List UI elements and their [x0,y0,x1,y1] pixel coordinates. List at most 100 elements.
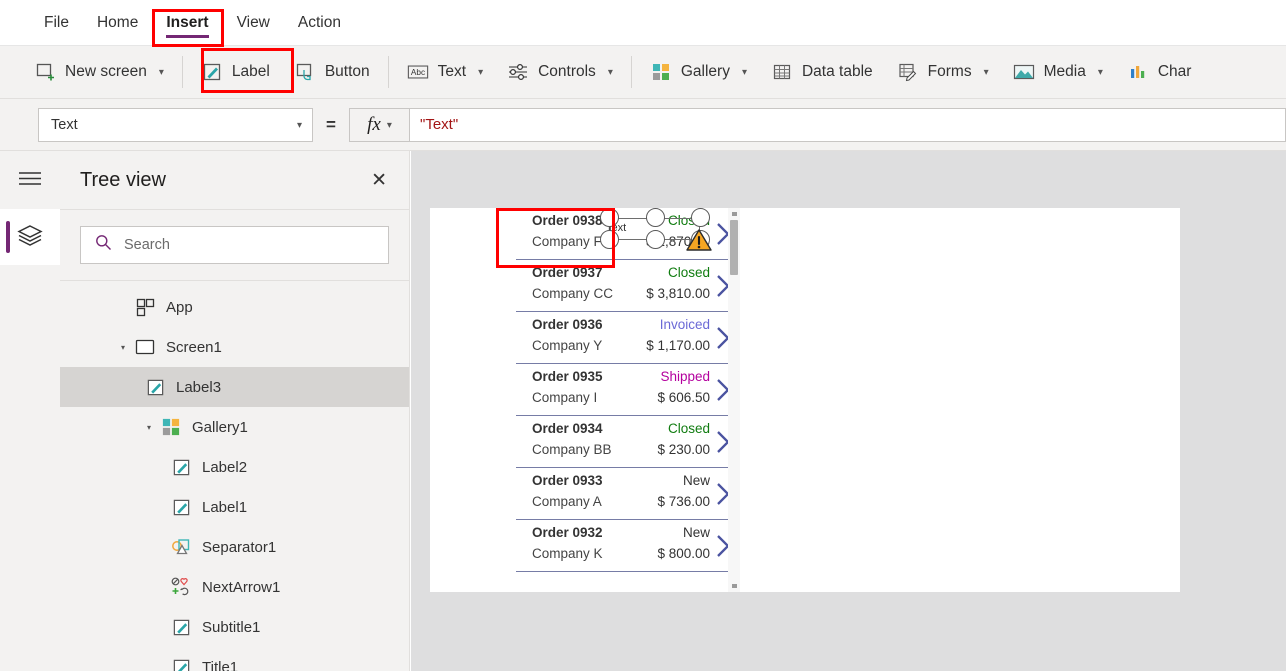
chevron-down-icon: ▾ [607,67,613,78]
text-menu-label: Text [437,63,467,80]
resize-handle-top-right[interactable] [691,208,710,227]
charts-menu-button[interactable]: Char [1115,52,1204,92]
twisty-expanded-icon[interactable]: ▾ [116,343,130,352]
chevron-down-icon: ▾ [158,67,164,78]
gallery-item[interactable]: Order 0934 Closed Company BB $ 230.00 [516,416,740,468]
gallery-item-bottom-row: Company BB $ 230.00 [516,442,740,463]
app-screen-canvas[interactable]: Order 0938 Closed Company F $ 2,870.00 O… [430,208,1180,592]
resize-handle-bottom-left[interactable] [600,230,619,249]
selected-label-control[interactable]: Text [600,208,712,251]
tree-item-label2[interactable]: Label2 [60,447,409,487]
gallery-item-bottom-row: Company A $ 736.00 [516,494,740,515]
active-indicator [6,221,10,253]
gallery-item[interactable]: Order 0935 Shipped Company I $ 606.50 [516,364,740,416]
media-icon [1013,61,1035,83]
svg-text:Abc: Abc [411,68,425,77]
button-button[interactable]: Button [282,52,382,92]
tree-view-title: Tree view [80,168,166,191]
label-icon [201,61,223,83]
resize-handle-top-center[interactable] [646,208,665,227]
tree-item-subtitle1[interactable]: Subtitle1 [60,607,409,647]
scroll-down-arrow[interactable] [732,584,737,588]
fx-button[interactable]: fx ▾ [349,107,409,142]
tree-item-label: Label2 [202,458,248,476]
new-screen-button[interactable]: New screen ▾ [22,52,176,92]
gallery-scrollbar[interactable] [728,208,740,592]
menu-item-insert[interactable]: Insert [152,0,222,46]
tree-item-label: Label1 [202,498,248,516]
gallery-item-status: New [682,473,710,488]
gallery-item-amount: $ 230.00 [657,442,710,457]
formula-input[interactable]: "Text" [409,107,1286,142]
menu-item-home[interactable]: Home [83,0,152,46]
media-menu-button[interactable]: Media ▾ [1001,52,1115,92]
label-icon [170,656,192,671]
resize-handle-bottom-center[interactable] [646,230,665,249]
gallery-item-bottom-row: Company Y $ 1,170.00 [516,338,740,359]
hamburger-menu-button[interactable] [0,151,60,209]
tree-item-label1[interactable]: Label1 [60,487,409,527]
controls-menu-button[interactable]: Controls ▾ [495,52,625,92]
tree-item-app[interactable]: App [60,287,409,327]
gallery-item-subtitle: Company A [532,494,602,509]
gallery-control[interactable]: Order 0938 Closed Company F $ 2,870.00 O… [516,208,740,592]
tree-item-separator1[interactable]: Separator1 [60,527,409,567]
gallery-item-top-row: Order 0932 New [516,525,740,546]
twisty-expanded-icon[interactable]: ▾ [142,423,156,432]
gallery-item-title: Order 0932 [532,525,603,540]
label-button[interactable]: Label [189,52,282,92]
label-icon [170,616,192,638]
data-table-button[interactable]: Data table [759,52,885,92]
tree-item-label3[interactable]: Label3 [60,367,409,407]
screen-icon [134,336,156,358]
tree-item-label: Label3 [176,378,222,396]
tree-item-gallery1[interactable]: ▾ Gallery1 [60,407,409,447]
gallery-item[interactable]: Order 0937 Closed Company CC $ 3,810.00 [516,260,740,312]
menu-item-action[interactable]: Action [284,0,355,46]
property-selector[interactable]: Text ▾ [38,107,313,142]
gallery-menu-button[interactable]: Gallery ▾ [638,52,759,92]
layers-icon [17,223,43,252]
tree-item-label: Gallery1 [192,418,248,436]
search-input[interactable]: Search [80,226,389,264]
warning-triangle-icon[interactable] [686,228,712,251]
tree-view-rail-button[interactable] [0,209,60,265]
search-container: Search [60,210,409,281]
new-screen-label: New screen [65,63,147,80]
menu-item-view[interactable]: View [223,0,284,46]
tree-item-title1[interactable]: Title1 [60,647,409,671]
gallery-item-subtitle: Company BB [532,442,612,457]
text-icon: Abc [407,61,429,83]
gallery-item-status: New [682,525,710,540]
gallery-item[interactable]: Order 0933 New Company A $ 736.00 [516,468,740,520]
menu-bar: File Home Insert View Action [0,0,1286,46]
tree-item-screen1[interactable]: ▾ Screen1 [60,327,409,367]
hamburger-menu-icon [17,169,43,192]
forms-menu-button[interactable]: Forms ▾ [885,52,1001,92]
gallery-item-bottom-row: Company I $ 606.50 [516,390,740,411]
gallery-item-title: Order 0936 [532,317,603,332]
gallery-item[interactable]: Order 0936 Invoiced Company Y $ 1,170.00 [516,312,740,364]
gallery-item-subtitle: Company I [532,390,598,405]
close-icon[interactable]: ✕ [367,167,391,194]
gallery-item-amount: $ 1,170.00 [646,338,710,353]
tree-item-nextarrow1[interactable]: NextArrow1 [60,567,409,607]
canvas-area[interactable]: Order 0938 Closed Company F $ 2,870.00 O… [411,151,1286,671]
label-button-text: Label [231,63,270,80]
scroll-up-arrow[interactable] [732,212,737,216]
gallery-item-subtitle: Company Y [532,338,603,353]
gallery-item[interactable]: Order 0932 New Company K $ 800.00 [516,520,740,572]
gallery-item-amount: $ 606.50 [657,390,710,405]
chevron-down-icon: ▾ [386,119,392,131]
menu-item-file[interactable]: File [30,0,83,46]
gallery-scroll-thumb[interactable] [730,220,738,275]
gallery-item-title: Order 0937 [532,265,603,280]
chevron-down-icon: ▾ [983,67,989,78]
charts-menu-label: Char [1157,63,1192,80]
resize-handle-top-left[interactable] [600,208,619,227]
text-menu-button[interactable]: Abc Text ▾ [395,52,495,92]
equals-sign: = [326,114,336,134]
media-menu-label: Media [1043,63,1086,80]
label-icon [170,456,192,478]
next-arrow-icon [170,576,192,598]
